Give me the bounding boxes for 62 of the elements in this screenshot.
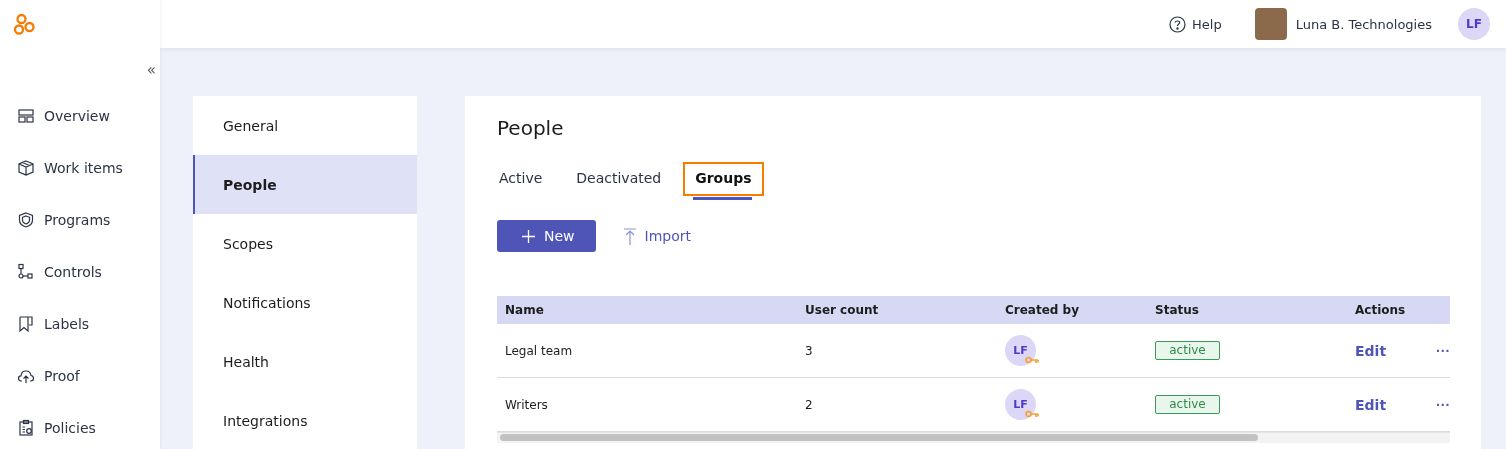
organization-name[interactable]: Luna B. Technologies	[1295, 16, 1432, 32]
more-button[interactable]: ···	[1436, 397, 1451, 412]
collapse-button[interactable]: «	[146, 60, 156, 80]
settings-nav-item[interactable]: Integrations	[193, 391, 417, 449]
status-badge: active	[1155, 341, 1220, 360]
tab[interactable]: Groups	[683, 162, 764, 196]
sidebar-item-label: Overview	[44, 108, 110, 124]
sidebar-item[interactable]: Work items	[0, 142, 160, 194]
sidebar-item[interactable]: Overview	[0, 90, 160, 142]
sidebar-item[interactable]: Labels	[0, 298, 160, 350]
creator-avatar: LF	[1005, 389, 1036, 420]
column-header: Status	[1147, 296, 1347, 324]
settings-nav-item[interactable]: General	[193, 96, 417, 155]
scrollbar[interactable]	[497, 432, 1450, 443]
upload-icon	[623, 227, 636, 245]
tab[interactable]: Active	[497, 162, 555, 196]
column-header: User count	[797, 296, 997, 324]
clipboard-icon	[17, 419, 35, 437]
sidebar-item[interactable]: Policies	[0, 402, 160, 449]
status-badge: active	[1155, 395, 1220, 414]
import-button[interactable]: Import	[623, 227, 691, 245]
sidebar-item[interactable]: Proof	[0, 350, 160, 402]
settings-nav-item[interactable]: Notifications	[193, 273, 417, 332]
user-avatar[interactable]: LF	[1458, 8, 1490, 40]
cloud-icon	[17, 367, 35, 385]
layout-icon	[17, 107, 35, 125]
photo-placeholder	[1254, 8, 1287, 40]
sidebar-item-label: Policies	[44, 420, 96, 436]
sidebar-item[interactable]: Controls	[0, 246, 160, 298]
shield-icon	[17, 211, 35, 229]
settings-nav-item[interactable]: Scopes	[193, 214, 417, 273]
settings-nav-item[interactable]: People	[193, 155, 417, 214]
user-count: 3	[805, 343, 813, 358]
more-button[interactable]: ···	[1436, 343, 1451, 358]
help-icon	[1169, 15, 1187, 33]
sidebar-item-label: Proof	[44, 368, 80, 384]
settings-nav-item[interactable]: Health	[193, 332, 417, 391]
key-icon	[1025, 356, 1039, 364]
creator-avatar: LF	[1005, 335, 1036, 366]
column-header: Actions	[1347, 296, 1450, 324]
edit-link[interactable]: Edit	[1355, 396, 1387, 413]
edit-link[interactable]: Edit	[1355, 342, 1387, 359]
scrollbar-thumb[interactable]	[500, 434, 1258, 441]
plus-icon	[522, 229, 535, 243]
group-name: Legal team	[505, 343, 573, 358]
sidebar-item-label: Programs	[44, 212, 111, 228]
new-button[interactable]: New	[497, 220, 596, 252]
box-icon	[17, 159, 35, 177]
bookmark-icon	[17, 315, 35, 333]
sidebar-item-label: Controls	[44, 264, 102, 280]
help-link[interactable]: Help	[1169, 15, 1222, 33]
flow-icon	[17, 263, 35, 281]
column-header: Name	[497, 296, 797, 324]
tab[interactable]: Deactivated	[564, 162, 674, 196]
sidebar-item-label: Work items	[44, 160, 123, 176]
sidebar-item-label: Labels	[44, 316, 90, 332]
page-title: People	[497, 116, 565, 140]
column-header: Created by	[997, 296, 1147, 324]
user-count: 2	[805, 397, 813, 412]
key-icon	[1025, 410, 1039, 418]
group-name: Writers	[505, 397, 548, 412]
sidebar-item[interactable]: Programs	[0, 194, 160, 246]
